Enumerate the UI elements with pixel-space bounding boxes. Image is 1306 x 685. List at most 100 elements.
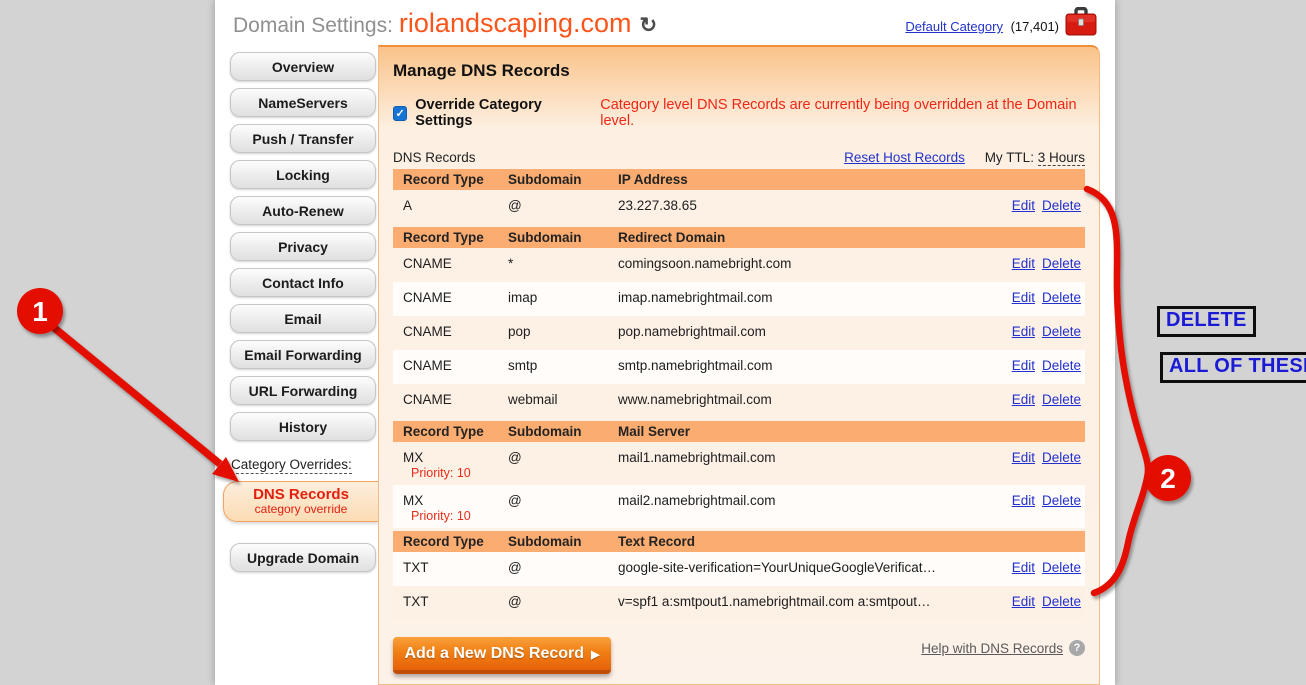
dns-table: Record TypeSubdomainIP AddressA@23.227.3… bbox=[393, 169, 1085, 620]
refresh-icon[interactable]: ↻ bbox=[640, 14, 658, 37]
edit-record-link[interactable]: Edit bbox=[1012, 290, 1035, 305]
add-dns-record-button[interactable]: Add a New DNS Record ▶ bbox=[393, 637, 611, 674]
record-type: CNAME bbox=[403, 358, 508, 373]
record-actions-cell: Edit Delete bbox=[990, 290, 1085, 305]
delete-record-link[interactable]: Delete bbox=[1042, 594, 1081, 609]
sidebar-item-push-transfer[interactable]: Push / Transfer bbox=[230, 124, 376, 153]
ttl-value[interactable]: 3 Hours bbox=[1038, 150, 1085, 166]
domain-settings-page: Domain Settings:riolandscaping.com↻ Defa… bbox=[215, 0, 1115, 685]
sidebar-item-email-forwarding[interactable]: Email Forwarding bbox=[230, 340, 376, 369]
sidebar-item-url-forwarding[interactable]: URL Forwarding bbox=[230, 376, 376, 405]
override-category-checkbox[interactable]: ✓ bbox=[393, 106, 407, 121]
arrow-right-icon: ▶ bbox=[591, 648, 599, 661]
dns-record-row: CNAMEwebmailwww.namebrightmail.comEditDe… bbox=[393, 384, 1085, 418]
delete-record-link[interactable]: Delete bbox=[1042, 256, 1081, 271]
sidebar-item-label: NameServers bbox=[258, 95, 348, 111]
record-type-cell: CNAME bbox=[393, 324, 508, 339]
record-subdomain-cell: @ bbox=[508, 594, 618, 609]
record-value-cell: comingsoon.namebright.com bbox=[618, 256, 990, 271]
sidebar-item-label: Privacy bbox=[278, 239, 328, 255]
edit-record-link[interactable]: Edit bbox=[1012, 450, 1035, 465]
domain-name: riolandscaping.com bbox=[399, 8, 632, 38]
sidebar-item-history[interactable]: History bbox=[230, 412, 376, 441]
sidebar-item-overview[interactable]: Overview bbox=[230, 52, 376, 81]
delete-record-link[interactable]: Delete bbox=[1042, 450, 1081, 465]
override-warning-text: Category level DNS Records are currently… bbox=[600, 97, 1085, 129]
ttl-group: My TTL: 3 Hours bbox=[985, 150, 1085, 165]
record-value-cell: google-site-verification=YourUniqueGoogl… bbox=[618, 560, 990, 575]
record-actions-cell: Edit Delete bbox=[990, 450, 1085, 465]
record-priority: Priority: 10 bbox=[403, 509, 508, 523]
edit-record-link[interactable]: Edit bbox=[1012, 560, 1035, 575]
help-dns-records-link[interactable]: Help with DNS Records bbox=[921, 641, 1063, 656]
record-value-cell: pop.namebrightmail.com bbox=[618, 324, 990, 339]
column-header: Record Type bbox=[393, 230, 508, 245]
dns-records-label: DNS Records bbox=[393, 150, 476, 165]
delete-record-link[interactable]: Delete bbox=[1042, 493, 1081, 508]
edit-record-link[interactable]: Edit bbox=[1012, 324, 1035, 339]
edit-record-link[interactable]: Edit bbox=[1012, 358, 1035, 373]
sidebar-item-nameservers[interactable]: NameServers bbox=[230, 88, 376, 117]
annotation-all-of-these-label: ALL OF THESE bbox=[1160, 352, 1306, 383]
sidebar-item-locking[interactable]: Locking bbox=[230, 160, 376, 189]
sidebar-item-label: URL Forwarding bbox=[249, 383, 358, 399]
delete-record-link[interactable]: Delete bbox=[1042, 392, 1081, 407]
dns-record-row: TXT@google-site-verification=YourUniqueG… bbox=[393, 552, 1085, 586]
record-value-cell: imap.namebrightmail.com bbox=[618, 290, 990, 305]
step2-circle: 2 bbox=[1145, 455, 1191, 501]
delete-record-link[interactable]: Delete bbox=[1042, 324, 1081, 339]
sidebar-item-upgrade-domain[interactable]: Upgrade Domain bbox=[230, 543, 376, 572]
sidebar-buttons: Overview NameServers Push / Transfer Lockin… bbox=[215, 52, 378, 441]
sidebar-item-privacy[interactable]: Privacy bbox=[230, 232, 376, 261]
record-type-cell: MXPriority: 10 bbox=[393, 450, 508, 480]
record-subdomain-cell: @ bbox=[508, 198, 618, 213]
dns-record-row: MXPriority: 10@mail2.namebrightmail.comE… bbox=[393, 485, 1085, 528]
record-subdomain-cell: webmail bbox=[508, 392, 618, 407]
sidebar-item-label: Overview bbox=[272, 59, 334, 75]
category-overrides-label[interactable]: Category Overrides: bbox=[231, 457, 352, 474]
column-header: Redirect Domain bbox=[618, 230, 990, 245]
delete-record-link[interactable]: Delete bbox=[1042, 560, 1081, 575]
sidebar-item-email[interactable]: Email bbox=[230, 304, 376, 333]
sidebar-item-label: Locking bbox=[276, 167, 330, 183]
dns-record-row: CNAMEimapimap.namebrightmail.comEditDele… bbox=[393, 282, 1085, 316]
record-subdomain-cell: * bbox=[508, 256, 618, 271]
step1-circle: 1 bbox=[17, 288, 63, 334]
dns-table-header: Record TypeSubdomainRedirect Domain bbox=[393, 227, 1085, 248]
delete-record-link[interactable]: Delete bbox=[1042, 358, 1081, 373]
column-header: Subdomain bbox=[508, 424, 618, 439]
record-type: A bbox=[403, 198, 508, 213]
edit-record-link[interactable]: Edit bbox=[1012, 493, 1035, 508]
dns-table-header: Record TypeSubdomainText Record bbox=[393, 531, 1085, 552]
column-header: Record Type bbox=[393, 424, 508, 439]
briefcase-icon[interactable] bbox=[1065, 7, 1097, 37]
edit-record-link[interactable]: Edit bbox=[1012, 392, 1035, 407]
edit-record-link[interactable]: Edit bbox=[1012, 594, 1035, 609]
record-type-cell: CNAME bbox=[393, 392, 508, 407]
dns-record-row: CNAME*comingsoon.namebright.comEditDelet… bbox=[393, 248, 1085, 282]
delete-record-link[interactable]: Delete bbox=[1042, 198, 1081, 213]
dns-table-header: Record TypeSubdomainMail Server bbox=[393, 421, 1085, 442]
record-type-cell: CNAME bbox=[393, 358, 508, 373]
edit-record-link[interactable]: Edit bbox=[1012, 256, 1035, 271]
sidebar-item-dns-records[interactable]: DNS Records category override bbox=[223, 481, 378, 522]
reset-host-records-link[interactable]: Reset Host Records bbox=[844, 150, 965, 165]
default-category-link[interactable]: Default Category bbox=[905, 19, 1003, 34]
override-settings-row: ✓ Override Category Settings Category le… bbox=[393, 97, 1085, 129]
sidebar-item-contact-info[interactable]: Contact Info bbox=[230, 268, 376, 297]
sidebar-item-label: History bbox=[279, 419, 327, 435]
sidebar-item-auto-renew[interactable]: Auto-Renew bbox=[230, 196, 376, 225]
dns-record-row: MXPriority: 10@mail1.namebrightmail.comE… bbox=[393, 442, 1085, 485]
dns-record-row: CNAMEsmtpsmtp.namebrightmail.comEditDele… bbox=[393, 350, 1085, 384]
record-type: TXT bbox=[403, 560, 508, 575]
record-value-cell: mail2.namebrightmail.com bbox=[618, 493, 990, 508]
sidebar-item-label: Email Forwarding bbox=[244, 347, 361, 363]
override-checkbox-label[interactable]: Override Category Settings bbox=[415, 97, 592, 129]
record-actions-cell: Edit Delete bbox=[990, 324, 1085, 339]
record-type: CNAME bbox=[403, 392, 508, 407]
sidebar-item-label: Email bbox=[284, 311, 321, 327]
edit-record-link[interactable]: Edit bbox=[1012, 198, 1035, 213]
delete-record-link[interactable]: Delete bbox=[1042, 290, 1081, 305]
column-header: Subdomain bbox=[508, 230, 618, 245]
question-mark-icon[interactable]: ? bbox=[1069, 640, 1085, 656]
